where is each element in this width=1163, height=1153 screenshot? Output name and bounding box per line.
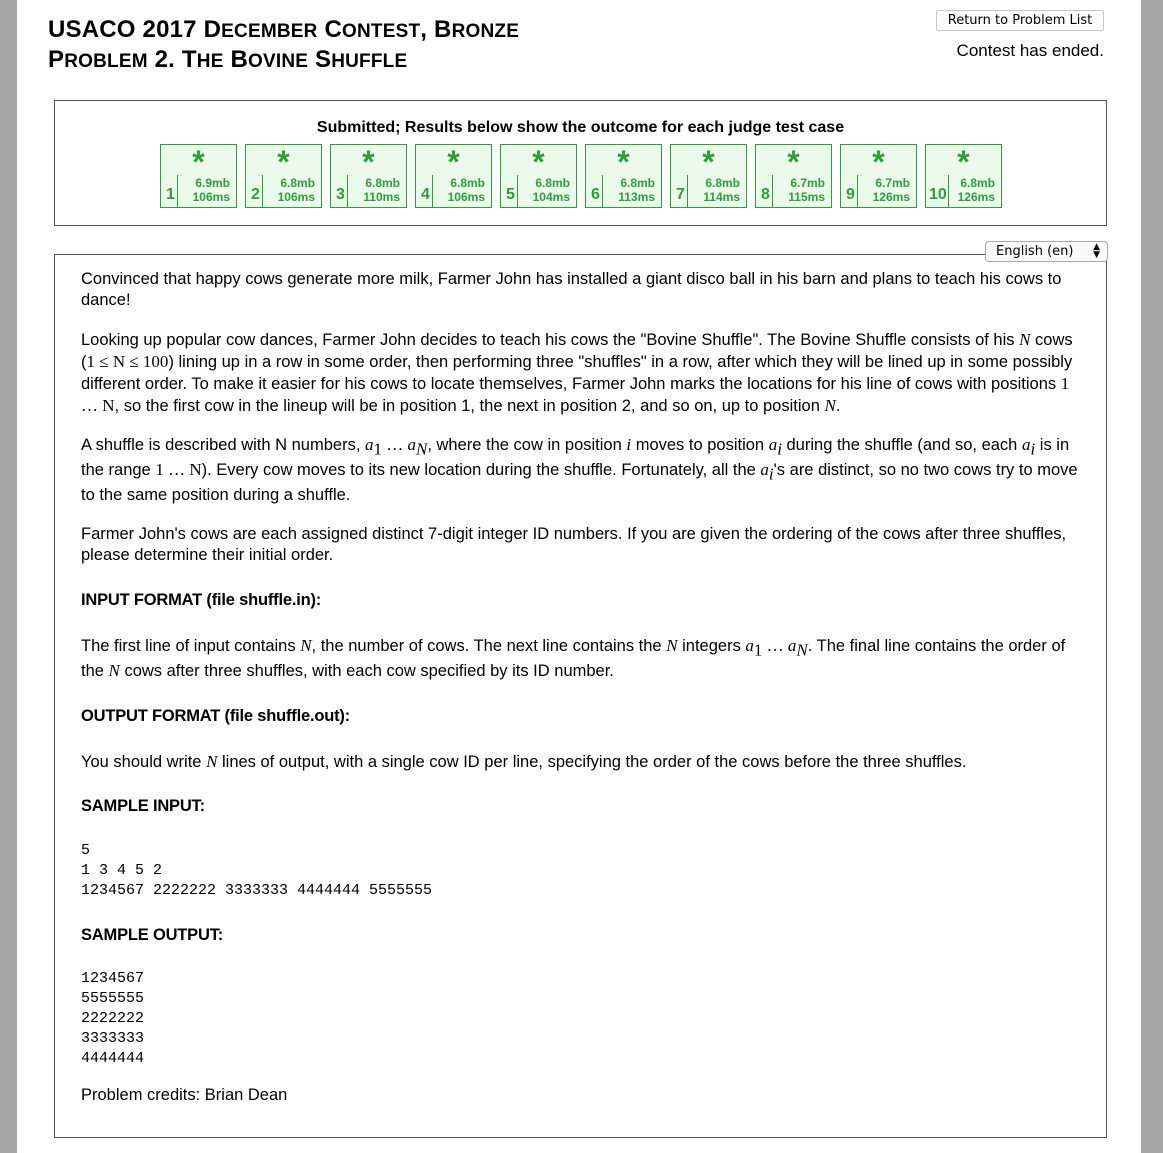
test-case-memory: 6.7mb	[875, 176, 910, 190]
title-line-1: USACO 2017 DECEMBER CONTEST, BRONZE	[48, 16, 520, 43]
pass-star-icon: *	[617, 144, 630, 180]
case-divider	[687, 175, 688, 207]
sample-input: 5 1 3 4 5 2 1234567 2222222 3333333 4444…	[81, 841, 433, 899]
output-format-text: You should write N lines of output, with…	[81, 751, 967, 771]
test-case-time: 104ms	[532, 190, 570, 204]
test-case: * 3 6.8mb 110ms	[330, 144, 407, 208]
test-case-number: 5	[506, 186, 515, 203]
test-case-memory: 6.8mb	[960, 176, 995, 190]
return-to-problem-list-button[interactable]: Return to Problem List	[936, 10, 1104, 31]
test-case-number: 6	[591, 186, 600, 203]
test-case-time: 106ms	[192, 190, 230, 204]
sample-input-heading: SAMPLE INPUT:	[81, 796, 205, 815]
pass-star-icon: *	[957, 144, 970, 180]
contest-status: Contest has ended.	[956, 41, 1104, 60]
pass-star-icon: *	[532, 144, 545, 180]
pass-star-icon: *	[277, 144, 290, 180]
test-case-time: 126ms	[872, 190, 910, 204]
problem-statement: Convinced that happy cows generate more …	[54, 254, 1107, 1138]
test-case-memory: 6.8mb	[535, 176, 570, 190]
test-case-memory: 6.8mb	[705, 176, 740, 190]
test-case-time: 113ms	[618, 190, 655, 204]
case-divider	[857, 175, 858, 207]
test-case-memory: 6.7mb	[790, 176, 825, 190]
pass-star-icon: *	[872, 144, 885, 180]
test-case: * 9 6.7mb 126ms	[840, 144, 917, 208]
test-case-time: 115ms	[788, 190, 825, 204]
title-line-2: PROBLEM 2. THE BOVINE SHUFFLE	[48, 46, 408, 73]
case-divider	[772, 175, 773, 207]
case-divider	[517, 175, 518, 207]
test-case-number: 10	[929, 186, 947, 203]
test-case-number: 4	[421, 186, 430, 203]
problem-paragraph-4: Farmer John's cows are each assigned dis…	[81, 524, 1067, 564]
test-case-time: 114ms	[703, 190, 740, 204]
test-case-memory: 6.9mb	[195, 176, 230, 190]
pass-star-icon: *	[787, 144, 800, 180]
test-case-memory: 6.8mb	[365, 176, 400, 190]
test-case: * 10 6.8mb 126ms	[925, 144, 1002, 208]
case-divider	[948, 175, 949, 207]
test-case-number: 1	[166, 186, 175, 203]
case-divider	[177, 175, 178, 207]
input-format-text: The first line of input contains N, the …	[81, 635, 1066, 680]
test-case-memory: 6.8mb	[620, 176, 655, 190]
language-select[interactable]: English (en) ▲ ▼	[985, 241, 1108, 262]
test-case-time: 126ms	[957, 190, 995, 204]
test-case-number: 2	[251, 186, 260, 203]
case-divider	[262, 175, 263, 207]
pass-star-icon: *	[447, 144, 460, 180]
test-case-number: 8	[761, 186, 770, 203]
case-divider	[432, 175, 433, 207]
problem-credits: Problem credits: Brian Dean	[81, 1085, 288, 1104]
input-format-heading: INPUT FORMAT (file shuffle.in):	[81, 590, 322, 609]
test-case-number: 9	[846, 186, 855, 203]
case-divider	[602, 175, 603, 207]
output-format-heading: OUTPUT FORMAT (file shuffle.out):	[81, 706, 350, 725]
test-case-memory: 6.8mb	[280, 176, 315, 190]
test-case: * 4 6.8mb 106ms	[415, 144, 492, 208]
test-case-number: 7	[676, 186, 685, 203]
test-case: * 5 6.8mb 104ms	[500, 144, 577, 208]
sample-output-heading: SAMPLE OUTPUT:	[81, 925, 224, 944]
case-divider	[347, 175, 348, 207]
test-case: * 7 6.8mb 114ms	[670, 144, 747, 208]
test-case: * 2 6.8mb 106ms	[245, 144, 322, 208]
test-case: * 6 6.8mb 113ms	[585, 144, 662, 208]
problem-content: Convinced that happy cows generate more …	[81, 269, 1085, 1106]
test-case: * 8 6.7mb 115ms	[755, 144, 832, 208]
pass-star-icon: *	[702, 144, 715, 180]
problem-paragraph-2: Looking up popular cow dances, Farmer Jo…	[81, 330, 1073, 415]
select-arrows-icon: ▲ ▼	[1093, 242, 1100, 260]
test-case-time: 106ms	[277, 190, 315, 204]
results-heading: Submitted; Results below show the outcom…	[316, 119, 845, 136]
test-case-time: 106ms	[447, 190, 485, 204]
test-case-time: 110ms	[363, 190, 400, 204]
test-case-memory: 6.8mb	[450, 176, 485, 190]
problem-paragraph-1: Convinced that happy cows generate more …	[81, 270, 1062, 309]
pass-star-icon: *	[362, 144, 375, 180]
sample-output: 1234567 5555555 2222222 3333333 4444444	[81, 969, 145, 1067]
test-case-number: 3	[336, 186, 345, 203]
pass-star-icon: *	[192, 144, 205, 180]
page: USACO 2017 DECEMBER CONTEST, BRONZE PROB…	[17, 0, 1141, 1153]
results-panel: Submitted; Results below show the outcom…	[54, 100, 1107, 226]
page-title: USACO 2017 DECEMBER CONTEST, BRONZE PROB…	[48, 16, 519, 76]
problem-paragraph-3: A shuffle is described with N numbers, a…	[81, 435, 1078, 504]
language-selected-value: English (en)	[996, 244, 1074, 259]
test-case: * 1 6.9mb 106ms	[160, 144, 237, 208]
